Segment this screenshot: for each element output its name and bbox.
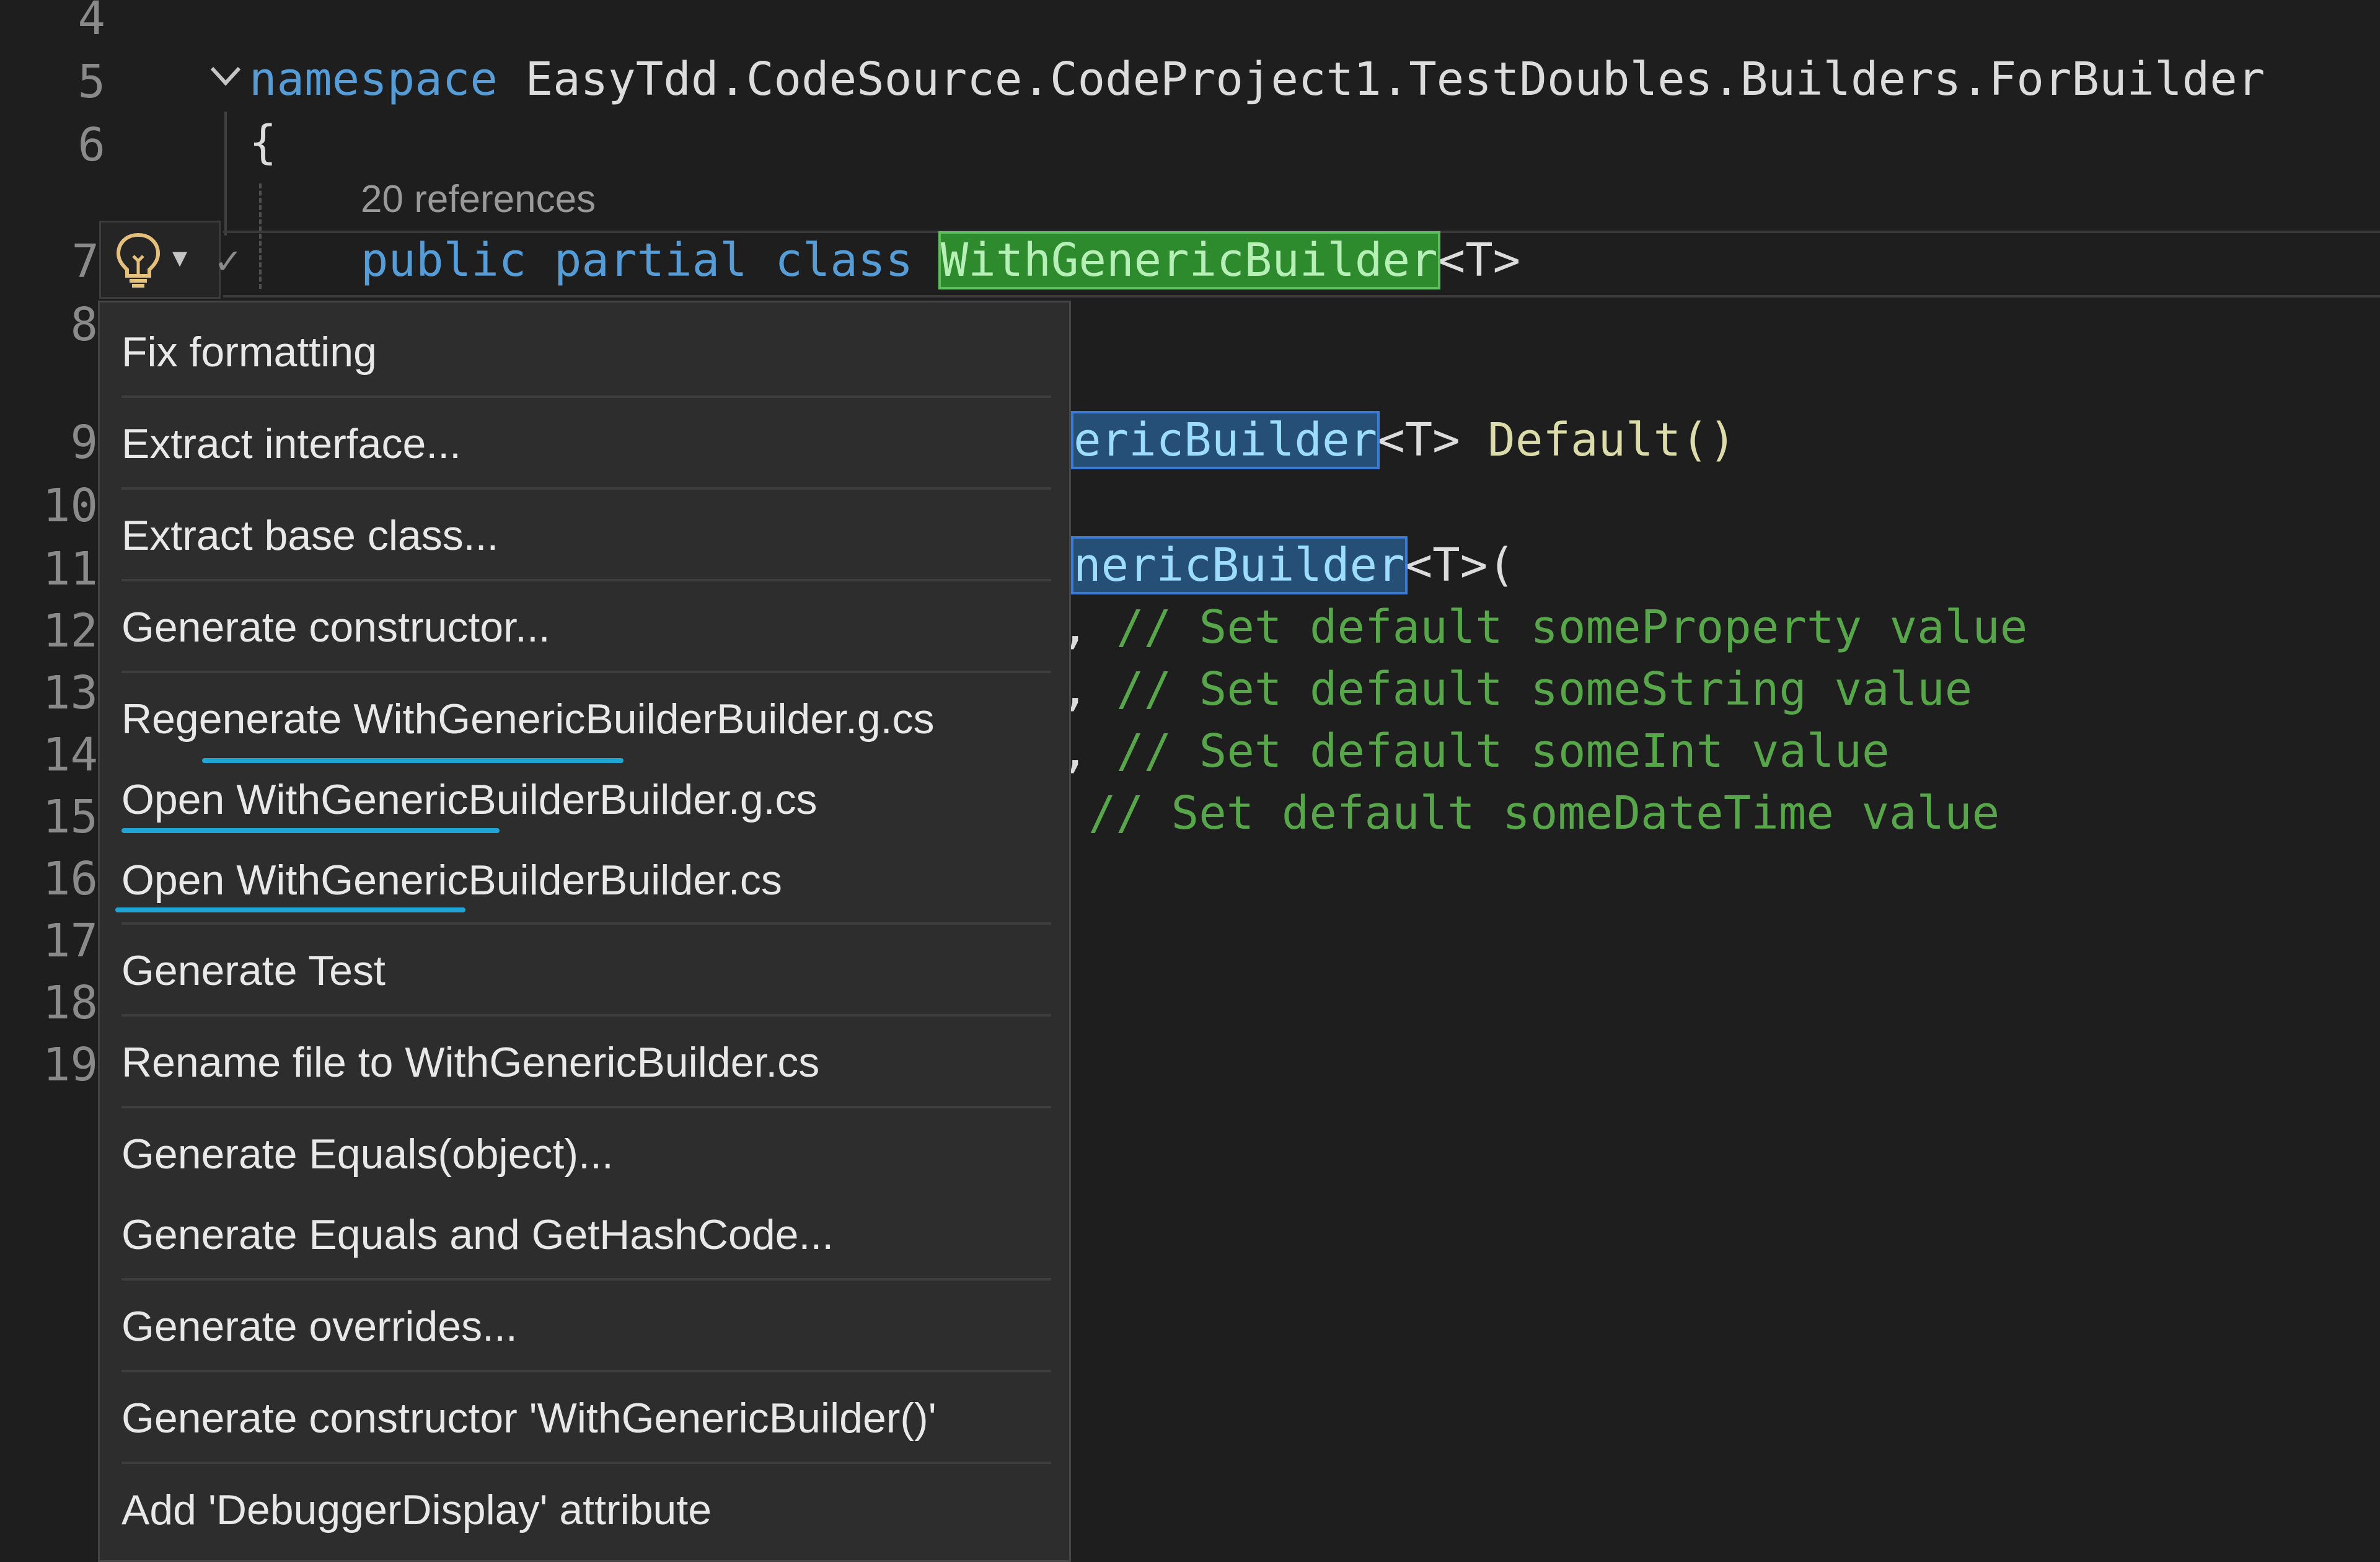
fold-chevron-icon[interactable] [207, 57, 244, 104]
namespace-keyword: namespace [249, 53, 498, 106]
code-line-13[interactable]: , // Set default someString value [1061, 658, 1972, 720]
menu-item-regenerate-builder-g[interactable]: Regenerate WithGenericBuilderBuilder.g.c… [121, 682, 1051, 756]
indent-guide [224, 112, 227, 236]
namespace-name: EasyTdd.CodeSource.CodeProject1.TestDoub… [525, 53, 2265, 106]
line-number: 7 [71, 235, 99, 288]
generic-param: <T> [1377, 413, 1460, 467]
line-number: 9 [70, 416, 98, 469]
menu-separator [121, 579, 1051, 581]
code-line-15[interactable]: // Set default someDateTime value [1088, 782, 1999, 844]
method-name: Default() [1488, 413, 1737, 467]
code-line-11[interactable]: nericBuilder<T>( [1071, 534, 1515, 596]
menu-separator [121, 1014, 1051, 1017]
code-line-9[interactable]: ericBuilder<T> Default() [1070, 409, 1737, 471]
menu-separator [121, 1278, 1051, 1281]
menu-item-add-debuggerdisplay[interactable]: Add 'DebuggerDisplay' attribute [121, 1473, 1051, 1547]
line-number: 6 [77, 118, 105, 172]
menu-item-extract-base-class[interactable]: Extract base class... [121, 498, 1051, 573]
code-line-5[interactable]: namespace EasyTdd.CodeSource.CodeProject… [249, 48, 2265, 110]
code-line-14[interactable]: , // Set default someInt value [1061, 720, 1890, 782]
menu-item-generate-equals-hashcode[interactable]: Generate Equals and GetHashCode... [121, 1198, 1051, 1272]
comment: // Set default someProperty value [1116, 601, 2028, 654]
line-number: 19 [42, 1038, 98, 1092]
line-number: 17 [42, 914, 98, 968]
generic-param: <T>( [1404, 539, 1515, 592]
menu-separator [121, 1462, 1051, 1464]
code-line-7[interactable]: public partial class WithGenericBuilder<… [361, 229, 1520, 291]
menu-separator [121, 1106, 1051, 1108]
comment: // Set default someString value [1116, 663, 1973, 716]
line-number: 16 [42, 852, 98, 906]
menu-item-rename-file[interactable]: Rename file to WithGenericBuilder.cs [121, 1025, 1051, 1100]
codelens-references[interactable]: 20 references [361, 177, 596, 221]
line-number: 5 [77, 55, 105, 108]
partial-keyword: partial [553, 234, 747, 287]
menu-separator [121, 487, 1051, 490]
line-number: 14 [42, 728, 98, 782]
class-keyword: class [775, 234, 914, 287]
quick-actions-menu: Fix formatting Extract interface... Extr… [98, 301, 1071, 1562]
code-editor[interactable]: 4 5 6 7 8 9 10 11 12 13 14 15 16 17 18 1… [0, 0, 2380, 1562]
generic-param: <T> [1437, 234, 1521, 287]
menu-item-open-builder-g[interactable]: Open WithGenericBuilderBuilder.g.cs [121, 762, 1051, 837]
public-keyword: public [361, 234, 527, 287]
menu-item-generate-equals[interactable]: Generate Equals(object)... [121, 1117, 1051, 1191]
class-ref-highlighted: ericBuilder [1070, 411, 1380, 469]
line-number: 8 [70, 298, 98, 351]
line-number: 12 [42, 604, 98, 658]
menu-separator [121, 671, 1051, 673]
menu-item-fix-formatting[interactable]: Fix formatting [121, 315, 1051, 389]
menu-separator [121, 395, 1051, 398]
menu-item-generate-overrides[interactable]: Generate overrides... [121, 1289, 1051, 1364]
line-number: 13 [42, 666, 98, 720]
lightbulb-icon[interactable] [113, 231, 163, 288]
quick-actions-lightbulb[interactable]: ▾ [99, 221, 221, 299]
menu-item-extract-interface[interactable]: Extract interface... [121, 407, 1051, 481]
code-line-6[interactable]: { [249, 112, 277, 174]
line-number: 11 [42, 542, 98, 596]
code-line-12[interactable]: , // Set default someProperty value [1061, 596, 2027, 658]
check-icon: ✓ [214, 242, 243, 282]
menu-separator [121, 922, 1051, 925]
class-name-highlighted: WithGenericBuilder [938, 231, 1440, 289]
line-number: 18 [42, 976, 98, 1030]
class-ref-highlighted: nericBuilder [1071, 536, 1408, 594]
menu-item-open-builder[interactable]: Open WithGenericBuilderBuilder.cs [121, 843, 1051, 917]
menu-item-generate-constructor-named[interactable]: Generate constructor 'WithGenericBuilder… [121, 1381, 1051, 1455]
line-number: 10 [42, 479, 98, 532]
menu-item-generate-constructor[interactable]: Generate constructor... [121, 590, 1051, 664]
comment: // Set default someInt value [1116, 725, 1890, 778]
comment: // Set default someDateTime value [1088, 787, 2000, 840]
line-number: 15 [42, 790, 98, 844]
line-number: 4 [77, 0, 105, 45]
menu-item-generate-test[interactable]: Generate Test [121, 933, 1051, 1008]
annotation-underline [121, 828, 500, 833]
annotation-underline [115, 907, 465, 912]
chevron-down-icon[interactable]: ▾ [172, 240, 187, 275]
menu-separator [121, 1370, 1051, 1372]
